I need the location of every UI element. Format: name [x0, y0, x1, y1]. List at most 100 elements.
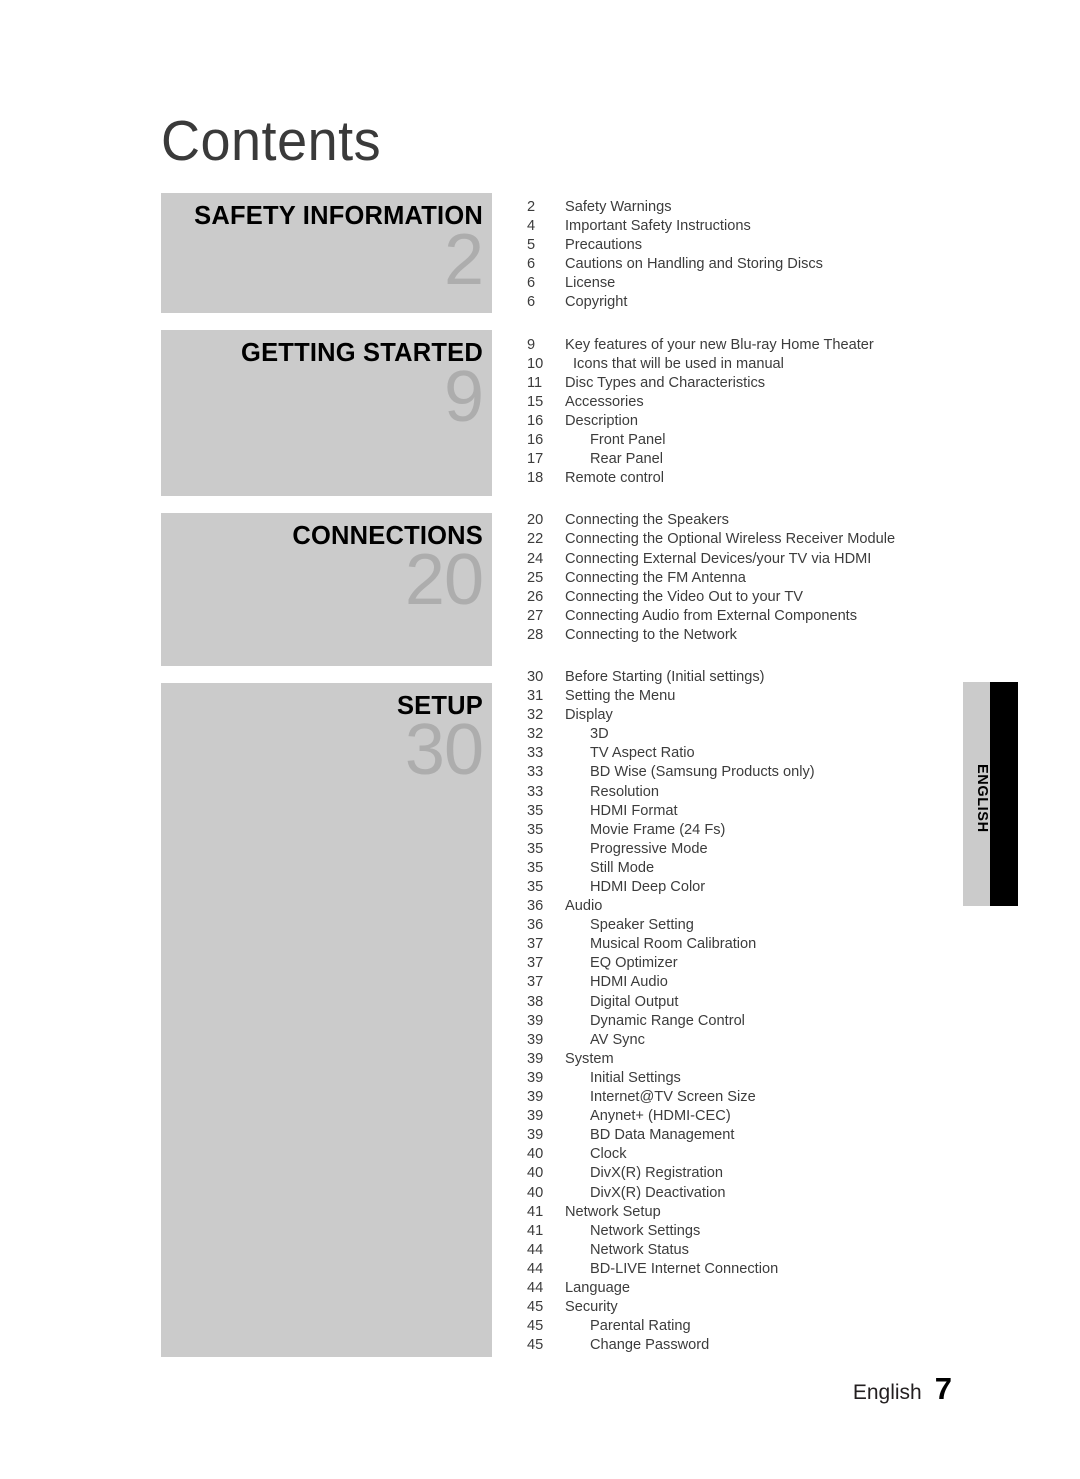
toc-entry-page-number: 40 — [527, 1146, 544, 1163]
toc-entry[interactable]: 38 Digital Output — [527, 993, 957, 1012]
toc-entry-label: Connecting the FM Antenna — [565, 569, 746, 586]
toc-entry-page-number: 39 — [527, 1050, 544, 1067]
toc-entry-page-number: 44 — [527, 1241, 544, 1258]
toc-entry[interactable]: 10 Icons that will be used in manual — [527, 355, 957, 374]
toc-entry-page-number: 36 — [527, 917, 544, 934]
toc-entry[interactable]: 35 HDMI Deep Color — [527, 878, 957, 897]
toc-entry[interactable]: 35 Progressive Mode — [527, 840, 957, 859]
toc-entry[interactable]: 37 Musical Room Calibration — [527, 935, 957, 954]
toc-entry-page-number: 22 — [527, 531, 544, 548]
toc-entry-label: Connecting the Video Out to your TV — [565, 588, 803, 605]
toc-entry-label: Change Password — [590, 1337, 710, 1354]
toc-entry[interactable]: 24 Connecting External Devices/your TV vi… — [527, 550, 957, 569]
toc-entry[interactable]: 18 Remote control — [527, 469, 957, 488]
toc-entry[interactable]: 44 Network Status — [527, 1241, 957, 1260]
toc-entry-page-number: 6 — [527, 256, 536, 273]
toc-entry[interactable]: 30 Before Starting (Initial settings) — [527, 668, 957, 687]
toc-entry-label: Accessories — [565, 393, 644, 410]
toc-entry-label: Clock — [590, 1146, 627, 1163]
toc-entry-page-number: 16 — [527, 412, 544, 429]
toc-entry-label: Musical Room Calibration — [590, 936, 757, 953]
toc-entry-page-number: 35 — [527, 821, 544, 838]
toc-entry[interactable]: 2 Safety Warnings — [527, 198, 957, 217]
toc-entry-page-number: 16 — [527, 432, 544, 449]
toc-entry[interactable]: 45 Parental Rating — [527, 1317, 957, 1336]
toc-entry[interactable]: 41 Network Settings — [527, 1222, 957, 1241]
toc-entry[interactable]: 33 Resolution — [527, 783, 957, 802]
toc-entry[interactable]: 39 Anynet+ (HDMI-CEC) — [527, 1107, 957, 1126]
toc-entry[interactable]: 33 BD Wise (Samsung Products only) — [527, 763, 957, 782]
section-block: GETTING STARTED 9 — [161, 330, 492, 496]
toc-entry-page-number: 37 — [527, 936, 544, 953]
toc-entry-label: Precautions — [565, 237, 643, 254]
toc-entry[interactable]: 36 Audio — [527, 897, 957, 916]
toc-entry[interactable]: 39 AV Sync — [527, 1031, 957, 1050]
toc-entry[interactable]: 6 Copyright — [527, 293, 957, 312]
toc-entry[interactable]: 20 Connecting the Speakers — [527, 511, 957, 530]
toc-entry[interactable]: 40 DivX(R) Deactivation — [527, 1184, 957, 1203]
section-block: SAFETY INFORMATION 2 — [161, 193, 492, 313]
toc-entry[interactable]: 33 TV Aspect Ratio — [527, 744, 957, 763]
toc-entry[interactable]: 36 Speaker Setting — [527, 916, 957, 935]
toc-entry[interactable]: 4 Important Safety Instructions — [527, 217, 957, 236]
toc-entry[interactable]: 26 Connecting the Video Out to your TV — [527, 588, 957, 607]
toc-entry-page-number: 26 — [527, 588, 544, 605]
toc-entry[interactable]: 16 Description — [527, 412, 957, 431]
toc-entry-page-number: 11 — [527, 374, 543, 391]
toc-entry-label: Disc Types and Characteristics — [565, 374, 766, 391]
toc-entry[interactable]: 39 BD Data Management — [527, 1126, 957, 1145]
toc-entry-page-number: 35 — [527, 802, 544, 819]
toc-entry[interactable]: 37 EQ Optimizer — [527, 954, 957, 973]
toc-entry-label: Still Mode — [590, 859, 655, 876]
toc-entry[interactable]: 40 Clock — [527, 1145, 957, 1164]
toc-entry[interactable]: 32 Display — [527, 706, 957, 725]
toc-entry[interactable]: 16 Front Panel — [527, 431, 957, 450]
toc-entry[interactable]: 35 HDMI Format — [527, 802, 957, 821]
toc-entry[interactable]: 39 System — [527, 1050, 957, 1069]
toc-entry[interactable]: 31 Setting the Menu — [527, 687, 957, 706]
toc-entry-label: Connecting the Optional Wireless Receive… — [565, 531, 896, 548]
toc-entry-label: Progressive Mode — [590, 840, 708, 857]
toc-entry-page-number: 37 — [527, 974, 544, 991]
toc-entry-label: Network Settings — [590, 1222, 701, 1239]
toc-entry[interactable]: 6 License — [527, 274, 957, 293]
toc-entry[interactable]: 25 Connecting the FM Antenna — [527, 569, 957, 588]
toc-entry-label: Safety Warnings — [565, 199, 672, 215]
toc-entry[interactable]: 28 Connecting to the Network — [527, 626, 957, 645]
toc-entry[interactable]: 35 Movie Frame (24 Fs) — [527, 821, 957, 840]
toc-entry[interactable]: 15 Accessories — [527, 393, 957, 412]
toc-entry[interactable]: 5 Precautions — [527, 236, 957, 255]
toc-entry-page-number: 44 — [527, 1279, 544, 1296]
toc-entry-page-number: 39 — [527, 1089, 544, 1106]
toc-entry[interactable]: 39 Dynamic Range Control — [527, 1012, 957, 1031]
toc-entry[interactable]: 41 Network Setup — [527, 1203, 957, 1222]
toc-entry-page-number: 41 — [527, 1222, 544, 1239]
toc-entry-label: Parental Rating — [590, 1318, 691, 1335]
toc-entry-label: AV Sync — [590, 1031, 645, 1048]
toc-entry-label: Language — [565, 1279, 630, 1296]
toc-entry[interactable]: 39 Internet@TV Screen Size — [527, 1088, 957, 1107]
toc-entry-page-number: 38 — [527, 993, 544, 1010]
toc-entry[interactable]: 39 Initial Settings — [527, 1069, 957, 1088]
toc-entry-page-number: 32 — [527, 726, 544, 743]
toc-entry-page-number: 44 — [527, 1260, 544, 1277]
toc-entry[interactable]: 44 Language — [527, 1279, 957, 1298]
toc-entry[interactable]: 40 DivX(R) Registration — [527, 1164, 957, 1183]
toc-entry[interactable]: 11 Disc Types and Characteristics — [527, 374, 957, 393]
toc-entry-label: Anynet+ (HDMI-CEC) — [590, 1108, 731, 1125]
toc-entry[interactable]: 45 Change Password — [527, 1336, 957, 1355]
toc-entry[interactable]: 45 Security — [527, 1298, 957, 1317]
toc-entry-label: Network Setup — [565, 1203, 661, 1220]
toc-entry[interactable]: 44 BD-LIVE Internet Connection — [527, 1260, 957, 1279]
toc-entry[interactable]: 27 Connecting Audio from External Compone… — [527, 607, 957, 626]
toc-entry[interactable]: 32 3D — [527, 725, 957, 744]
toc-entry[interactable]: 37 HDMI Audio — [527, 973, 957, 992]
toc-entry-label: HDMI Deep Color — [590, 879, 706, 895]
toc-entry[interactable]: 17 Rear Panel — [527, 450, 957, 469]
toc-entry[interactable]: 22 Connecting the Optional Wireless Recei… — [527, 530, 957, 549]
toc-entry[interactable]: 9 Key features of your new Blu-ray Home T… — [527, 336, 957, 355]
toc-entry[interactable]: 6 Cautions on Handling and Storing Discs — [527, 255, 957, 274]
toc-entry-label: Resolution — [590, 783, 659, 800]
toc-entry[interactable]: 35 Still Mode — [527, 859, 957, 878]
toc-entry-label: 3D — [590, 726, 609, 743]
